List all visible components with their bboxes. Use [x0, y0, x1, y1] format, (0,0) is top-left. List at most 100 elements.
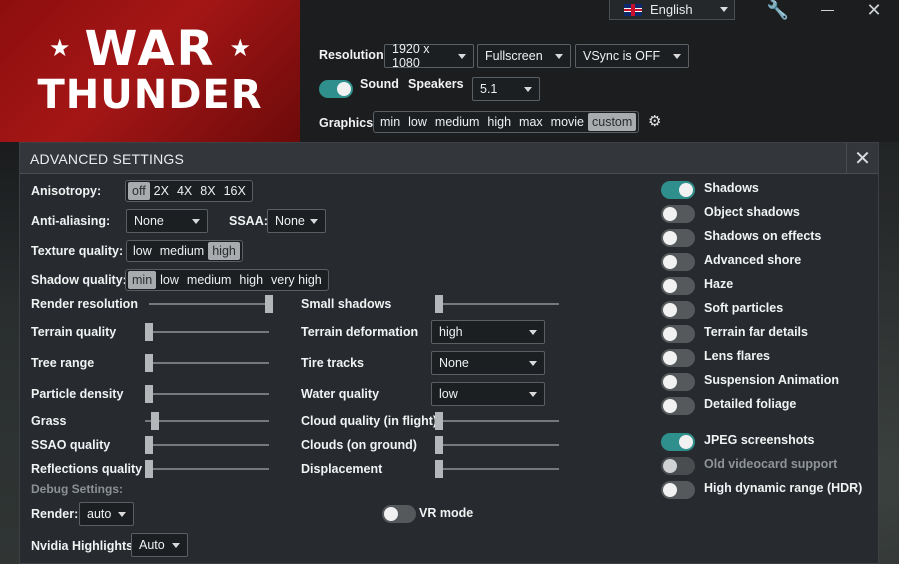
toggle-label: Detailed foliage — [704, 397, 797, 411]
shadow-quality-selector[interactable]: min low medium high very high — [125, 269, 329, 291]
render-label: Render: — [31, 507, 79, 521]
graphics-preset-option[interactable]: custom — [588, 113, 637, 131]
setting-toggle[interactable] — [661, 277, 695, 295]
slider-track — [435, 468, 559, 470]
toggle-label: Shadows on effects — [704, 229, 822, 243]
resolution-value: 1920 x 1080 — [392, 42, 430, 70]
terrain-deformation-dropdown[interactable]: high — [431, 320, 545, 344]
shadow-quality-option[interactable]: low — [156, 271, 183, 289]
setting-slider[interactable] — [145, 385, 269, 403]
setting-toggle[interactable] — [661, 325, 695, 343]
setting-toggle[interactable] — [661, 373, 695, 391]
setting-slider[interactable] — [145, 412, 269, 430]
texture-quality-option[interactable]: medium — [156, 242, 208, 260]
setting-slider[interactable] — [145, 323, 269, 341]
displacement-slider[interactable] — [435, 460, 559, 478]
water-quality-dropdown[interactable]: low — [431, 382, 545, 406]
logo-thunder-text: THUNDER — [37, 72, 263, 118]
slider-thumb[interactable] — [145, 385, 153, 403]
vr-mode-toggle[interactable] — [382, 505, 416, 523]
language-select[interactable]: English — [609, 0, 735, 20]
graphics-preset-option[interactable]: low — [404, 113, 431, 131]
anisotropy-option[interactable]: 2X — [150, 182, 173, 200]
graphics-preset-option[interactable]: max — [515, 113, 547, 131]
texture-quality-option[interactable]: low — [129, 242, 156, 260]
slider-thumb[interactable] — [265, 295, 273, 313]
uk-flag-icon — [624, 3, 642, 16]
cloud-quality-flight-slider[interactable] — [435, 412, 559, 430]
shadow-quality-option[interactable]: high — [235, 271, 267, 289]
setting-toggle[interactable] — [661, 205, 695, 223]
slider-thumb[interactable] — [151, 412, 159, 430]
setting-slider[interactable] — [145, 436, 269, 454]
graphics-preset-selector[interactable]: min low medium high max movie custom — [373, 111, 640, 133]
graphics-preset-option[interactable]: movie — [547, 113, 588, 131]
slider-thumb[interactable] — [435, 460, 443, 478]
speakers-dropdown[interactable]: 5.1 — [472, 77, 540, 101]
display-mode-dropdown[interactable]: Fullscreen — [477, 44, 571, 68]
slider-thumb[interactable] — [145, 354, 153, 372]
graphics-label: Graphics: — [319, 116, 378, 130]
setting-slider[interactable] — [149, 295, 273, 313]
gear-icon[interactable]: ⚙ — [648, 112, 661, 130]
minimize-button[interactable] — [815, 0, 839, 20]
setting-toggle[interactable] — [661, 253, 695, 271]
setting-toggle[interactable] — [661, 349, 695, 367]
setting-toggle[interactable] — [661, 181, 695, 199]
close-window-button[interactable]: ✕ — [862, 0, 886, 20]
setting-slider[interactable] — [145, 354, 269, 372]
texture-quality-selector[interactable]: low medium high — [126, 240, 243, 262]
toggle-knob — [663, 483, 677, 497]
ssaa-dropdown[interactable]: None — [267, 209, 326, 233]
setting-slider[interactable] — [145, 460, 269, 478]
anisotropy-option[interactable]: 8X — [196, 182, 219, 200]
slider-thumb[interactable] — [435, 436, 443, 454]
tire-tracks-dropdown[interactable]: None — [431, 351, 545, 375]
shadow-quality-option[interactable]: min — [128, 271, 157, 289]
slider-thumb[interactable] — [145, 460, 153, 478]
resolution-dropdown[interactable]: 1920 x 1080 — [384, 42, 474, 70]
render-dropdown[interactable]: auto — [79, 502, 134, 526]
shadow-quality-option[interactable]: very high — [267, 271, 326, 289]
texture-quality-option[interactable]: high — [208, 242, 240, 260]
tire-tracks-value: None — [439, 356, 469, 370]
slider-track — [145, 393, 269, 395]
anisotropy-option[interactable]: off — [128, 182, 150, 200]
logo-line1: ★ WAR ★ — [49, 25, 251, 73]
wrench-icon[interactable]: 🔧 — [765, 0, 791, 20]
graphics-preset-option[interactable]: medium — [431, 113, 483, 131]
minimize-icon — [820, 9, 834, 11]
anisotropy-option[interactable]: 4X — [173, 182, 196, 200]
setting-toggle[interactable] — [661, 301, 695, 319]
chevron-down-icon — [555, 53, 563, 59]
small-shadows-slider[interactable] — [435, 295, 559, 313]
close-dialog-button[interactable]: ✕ — [846, 143, 878, 174]
slider-thumb[interactable] — [145, 323, 153, 341]
slider-thumb[interactable] — [435, 295, 443, 313]
setting-toggle[interactable] — [661, 481, 695, 499]
anisotropy-selector[interactable]: off 2X 4X 8X 16X — [125, 180, 253, 202]
toggle-knob — [663, 279, 677, 293]
anisotropy-option[interactable]: 16X — [220, 182, 250, 200]
chevron-down-icon — [529, 360, 537, 366]
toggle-label: Terrain far details — [704, 325, 808, 339]
graphics-preset-option[interactable]: high — [483, 113, 515, 131]
slider-thumb[interactable] — [435, 412, 443, 430]
slider-track — [145, 468, 269, 470]
setting-toggle[interactable] — [661, 433, 695, 451]
slider-thumb[interactable] — [145, 436, 153, 454]
star-icon: ★ — [229, 35, 251, 62]
toggle-label: Object shadows — [704, 205, 800, 219]
toggle-label: Old videocard support — [704, 457, 838, 471]
setting-toggle[interactable] — [661, 229, 695, 247]
vsync-dropdown[interactable]: VSync is OFF — [575, 44, 689, 68]
setting-toggle[interactable] — [661, 397, 695, 415]
clouds-ground-slider[interactable] — [435, 436, 559, 454]
antialiasing-dropdown[interactable]: None — [126, 209, 208, 233]
slider-track — [145, 362, 269, 364]
nvidia-highlights-dropdown[interactable]: Auto — [131, 533, 188, 557]
sound-toggle[interactable] — [319, 80, 353, 98]
shadow-quality-option[interactable]: medium — [183, 271, 235, 289]
graphics-preset-option[interactable]: min — [376, 113, 404, 131]
setting-toggle[interactable] — [661, 457, 695, 475]
